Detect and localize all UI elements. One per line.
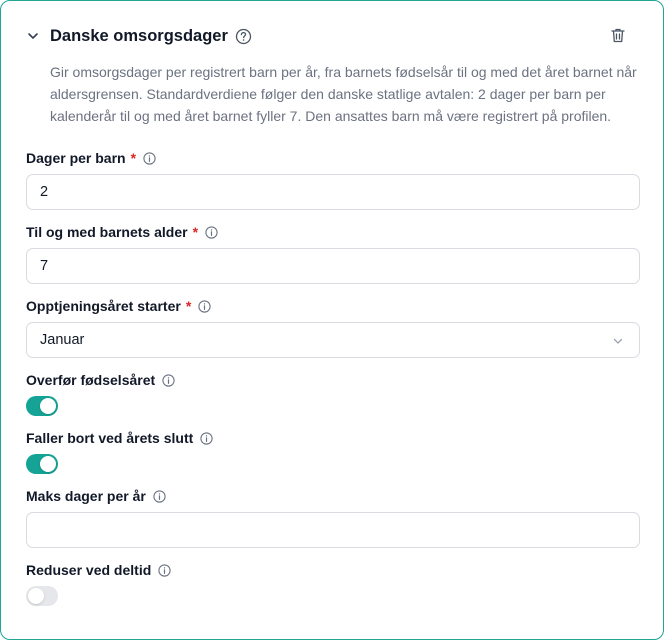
info-icon[interactable] [205,225,218,239]
help-circle-icon[interactable] [235,28,252,45]
child-age-limit-label: Til og med barnets alder * [26,224,218,240]
care-days-card: Danske omsorgsdager Gir omsorgsdager per… [0,0,664,640]
section-header: Danske omsorgsdager [25,23,639,49]
required-marker: * [185,298,192,314]
transfer-birth-year-label: Overfør fødselsåret [26,372,175,388]
section-description: Gir omsorgsdager per registrert barn per… [50,64,637,124]
info-icon[interactable] [143,151,156,165]
earning-year-start-select[interactable]: Januar [26,322,640,358]
days-per-child-label: Dager per barn * [26,150,156,166]
expires-year-end-label: Faller bort ved årets slutt [26,430,213,446]
toggle-knob [28,588,44,604]
section-title: Danske omsorgsdager [50,26,228,45]
days-per-child-input[interactable]: 2 [26,174,640,210]
required-marker: * [130,150,137,166]
reduce-part-time-label-text: Reduser ved deltid [26,562,152,578]
chevron-down-icon [611,334,625,348]
info-icon[interactable] [158,563,171,577]
reduce-part-time-toggle[interactable] [26,586,58,606]
max-days-per-year-label: Maks dager per år [26,488,166,504]
required-marker: * [192,224,199,240]
reduce-part-time-label: Reduser ved deltid [26,562,171,578]
transfer-birth-year-label-text: Overfør fødselsåret [26,372,156,388]
max-days-per-year-label-text: Maks dager per år [26,488,146,504]
transfer-birth-year-toggle[interactable] [26,396,58,416]
info-icon[interactable] [162,373,175,387]
info-icon[interactable] [200,431,213,445]
max-days-per-year-input[interactable] [26,512,640,548]
expires-year-end-toggle[interactable] [26,454,58,474]
child-age-limit-input[interactable]: 7 [26,248,640,284]
selected-month: Januar [40,332,85,348]
info-icon[interactable] [153,489,166,503]
chevron-down-icon[interactable] [25,28,41,44]
toggle-knob [40,456,56,472]
days-per-child-label-text: Dager per barn [26,150,126,166]
expires-year-end-label-text: Faller bort ved årets slutt [26,430,194,446]
trash-icon[interactable] [609,26,629,46]
info-icon[interactable] [198,299,211,313]
earning-year-start-label: Opptjeningsåret starter * [26,298,211,314]
earning-year-start-label-text: Opptjeningsåret starter [26,298,181,314]
child-age-limit-label-text: Til og med barnets alder [26,224,188,240]
toggle-knob [40,398,56,414]
